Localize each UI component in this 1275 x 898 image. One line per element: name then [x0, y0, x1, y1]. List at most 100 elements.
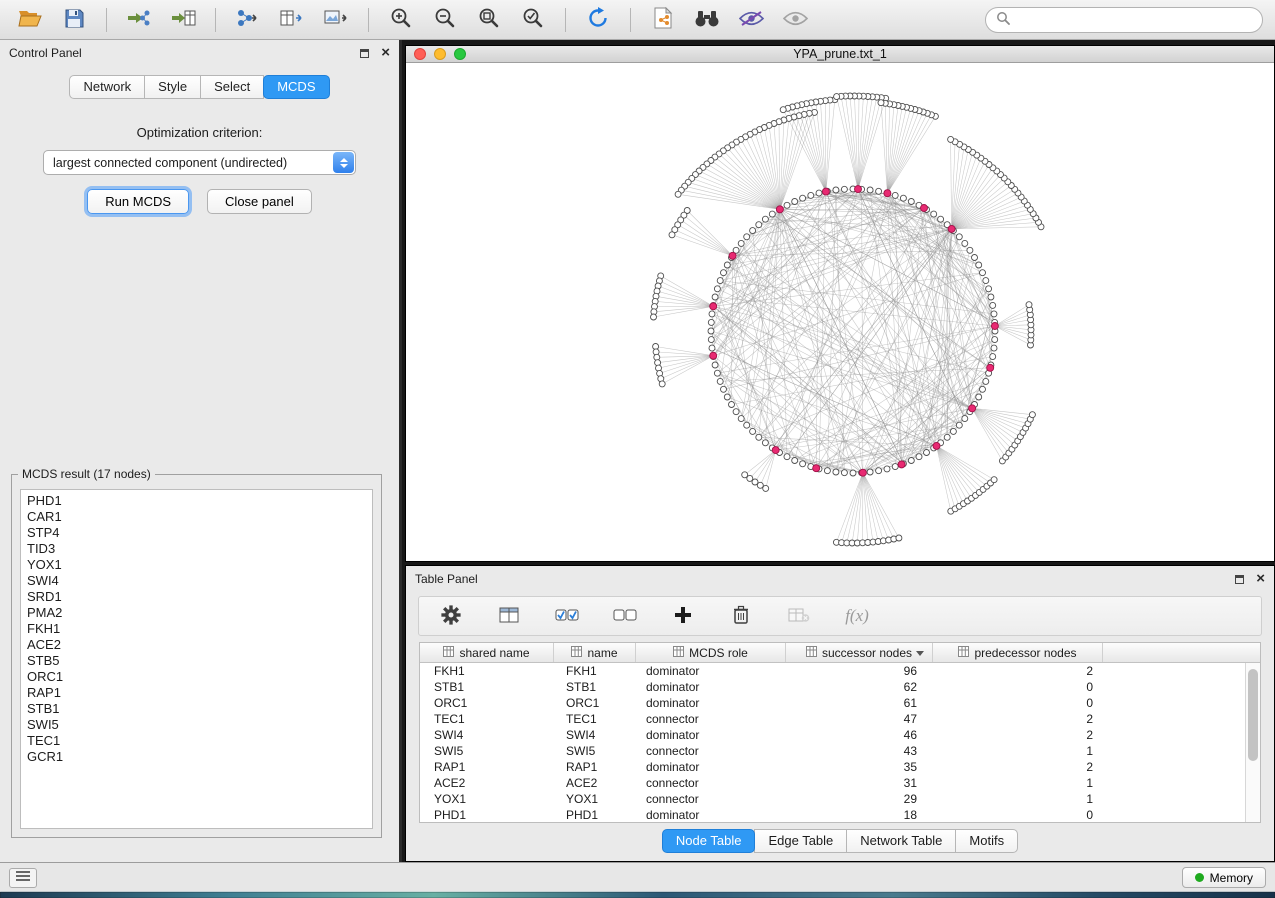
- table-row[interactable]: STB1STB1dominator620: [420, 679, 1245, 695]
- deselect-all-button[interactable]: [607, 601, 643, 631]
- column-header-mcds-role[interactable]: MCDS role: [636, 643, 786, 662]
- show-all-button[interactable]: [777, 5, 813, 35]
- mcds-result-item[interactable]: ORC1: [27, 669, 372, 685]
- column-type-icon: [673, 646, 684, 660]
- mcds-result-item[interactable]: SWI4: [27, 573, 372, 589]
- export-network-button[interactable]: [230, 5, 266, 35]
- table-settings-button[interactable]: [433, 601, 469, 631]
- tab-style[interactable]: Style: [144, 75, 201, 99]
- scrollbar-thumb[interactable]: [1248, 669, 1258, 761]
- mcds-result-item[interactable]: ACE2: [27, 637, 372, 653]
- task-history-button[interactable]: [9, 868, 37, 888]
- zoom-selected-button[interactable]: [515, 5, 551, 35]
- table-row[interactable]: FKH1FKH1dominator962: [420, 663, 1245, 679]
- eye-slash-icon: [739, 10, 764, 30]
- function-builder-button[interactable]: f(x): [839, 601, 875, 631]
- tab-network-table[interactable]: Network Table: [846, 829, 956, 853]
- sort-chevron-icon[interactable]: [916, 651, 924, 656]
- hide-selected-button[interactable]: [733, 5, 769, 35]
- search-box[interactable]: [985, 7, 1263, 33]
- control-panel: Control Panel × Network Style Select MCD…: [0, 40, 402, 862]
- table-row[interactable]: PHD1PHD1dominator180: [420, 807, 1245, 822]
- column-header-predecessor-nodes[interactable]: predecessor nodes: [933, 643, 1103, 662]
- table-panel: Table Panel × f(x) shared name name MCDS…: [405, 565, 1275, 862]
- float-table-panel-icon[interactable]: [1235, 575, 1244, 584]
- column-label: MCDS role: [689, 646, 748, 660]
- table-scrollbar[interactable]: [1245, 663, 1260, 822]
- tab-node-table[interactable]: Node Table: [662, 829, 756, 853]
- column-type-icon: [571, 646, 582, 660]
- close-table-panel-icon[interactable]: ×: [1256, 574, 1265, 584]
- mcds-result-item[interactable]: TEC1: [27, 733, 372, 749]
- column-header-shared-name[interactable]: shared name: [420, 643, 554, 662]
- mcds-result-item[interactable]: PMA2: [27, 605, 372, 621]
- open-folder-button[interactable]: [12, 5, 48, 35]
- table-row[interactable]: SWI5SWI5connector431: [420, 743, 1245, 759]
- mcds-result-item[interactable]: SWI5: [27, 717, 372, 733]
- mcds-result-item[interactable]: STB5: [27, 653, 372, 669]
- mcds-result-item[interactable]: CAR1: [27, 509, 372, 525]
- criterion-dropdown[interactable]: largest connected component (undirected): [43, 150, 356, 175]
- delete-table-button[interactable]: [781, 601, 817, 631]
- refresh-button[interactable]: [580, 5, 616, 35]
- mcds-result-item[interactable]: PHD1: [27, 493, 372, 509]
- export-image-button[interactable]: [318, 5, 354, 35]
- table-row[interactable]: ACE2ACE2connector311: [420, 775, 1245, 791]
- column-header-name[interactable]: name: [554, 643, 636, 662]
- export-document-button[interactable]: [645, 5, 681, 35]
- import-table-button[interactable]: [165, 5, 201, 35]
- show-columns-button[interactable]: [491, 601, 527, 631]
- zoom-selected-icon: [522, 7, 544, 32]
- table-cell: 0: [933, 807, 1103, 822]
- table-row[interactable]: YOX1YOX1connector291: [420, 791, 1245, 807]
- table-cell: 2: [933, 711, 1103, 727]
- float-panel-icon[interactable]: [360, 49, 369, 58]
- mcds-result-item[interactable]: GCR1: [27, 749, 372, 765]
- control-panel-header: Control Panel ×: [0, 40, 399, 66]
- tab-mcds[interactable]: MCDS: [263, 75, 329, 99]
- add-column-button[interactable]: [665, 601, 701, 631]
- import-network-button[interactable]: [121, 5, 157, 35]
- mcds-result-list[interactable]: PHD1CAR1STP4TID3YOX1SWI4SRD1PMA2FKH1ACE2…: [20, 489, 373, 829]
- table-cell: 43: [786, 743, 933, 759]
- desktop-wallpaper: [0, 892, 1275, 898]
- tab-select[interactable]: Select: [200, 75, 264, 99]
- table-row[interactable]: SWI4SWI4dominator462: [420, 727, 1245, 743]
- search-input[interactable]: [1016, 13, 1252, 27]
- table-row[interactable]: TEC1TEC1connector472: [420, 711, 1245, 727]
- run-mcds-button[interactable]: Run MCDS: [87, 189, 189, 214]
- zoom-out-button[interactable]: [427, 5, 463, 35]
- tab-edge-table[interactable]: Edge Table: [754, 829, 847, 853]
- mcds-result-item[interactable]: YOX1: [27, 557, 372, 573]
- mcds-result-item[interactable]: SRD1: [27, 589, 372, 605]
- table-row[interactable]: RAP1RAP1dominator352: [420, 759, 1245, 775]
- memory-button[interactable]: Memory: [1182, 867, 1266, 888]
- optimization-criterion-label: Optimization criterion:: [0, 125, 399, 140]
- table-cell: 35: [786, 759, 933, 775]
- save-button[interactable]: [56, 5, 92, 35]
- mcds-result-item[interactable]: STP4: [27, 525, 372, 541]
- zoom-in-button[interactable]: [383, 5, 419, 35]
- close-panel-icon[interactable]: ×: [381, 48, 390, 58]
- export-table-button[interactable]: [274, 5, 310, 35]
- close-panel-button[interactable]: Close panel: [207, 189, 312, 214]
- tab-motifs[interactable]: Motifs: [955, 829, 1018, 853]
- select-all-button[interactable]: [549, 601, 585, 631]
- delete-column-button[interactable]: [723, 601, 759, 631]
- table-row[interactable]: ORC1ORC1dominator610: [420, 695, 1245, 711]
- column-type-icon: [806, 646, 817, 660]
- column-header-successor-nodes[interactable]: successor nodes: [786, 643, 933, 662]
- zoom-fit-button[interactable]: [471, 5, 507, 35]
- network-titlebar[interactable]: YPA_prune.txt_1: [406, 46, 1274, 63]
- mcds-result-item[interactable]: RAP1: [27, 685, 372, 701]
- table-toolbar: f(x): [418, 596, 1262, 636]
- network-graph[interactable]: [406, 63, 1274, 561]
- mcds-result-item[interactable]: STB1: [27, 701, 372, 717]
- mcds-result-item[interactable]: TID3: [27, 541, 372, 557]
- table-cell: dominator: [636, 695, 786, 711]
- export-network-icon: [236, 8, 260, 31]
- tab-network[interactable]: Network: [69, 75, 145, 99]
- find-button[interactable]: [689, 5, 725, 35]
- mcds-result-item[interactable]: FKH1: [27, 621, 372, 637]
- network-canvas[interactable]: [406, 63, 1274, 561]
